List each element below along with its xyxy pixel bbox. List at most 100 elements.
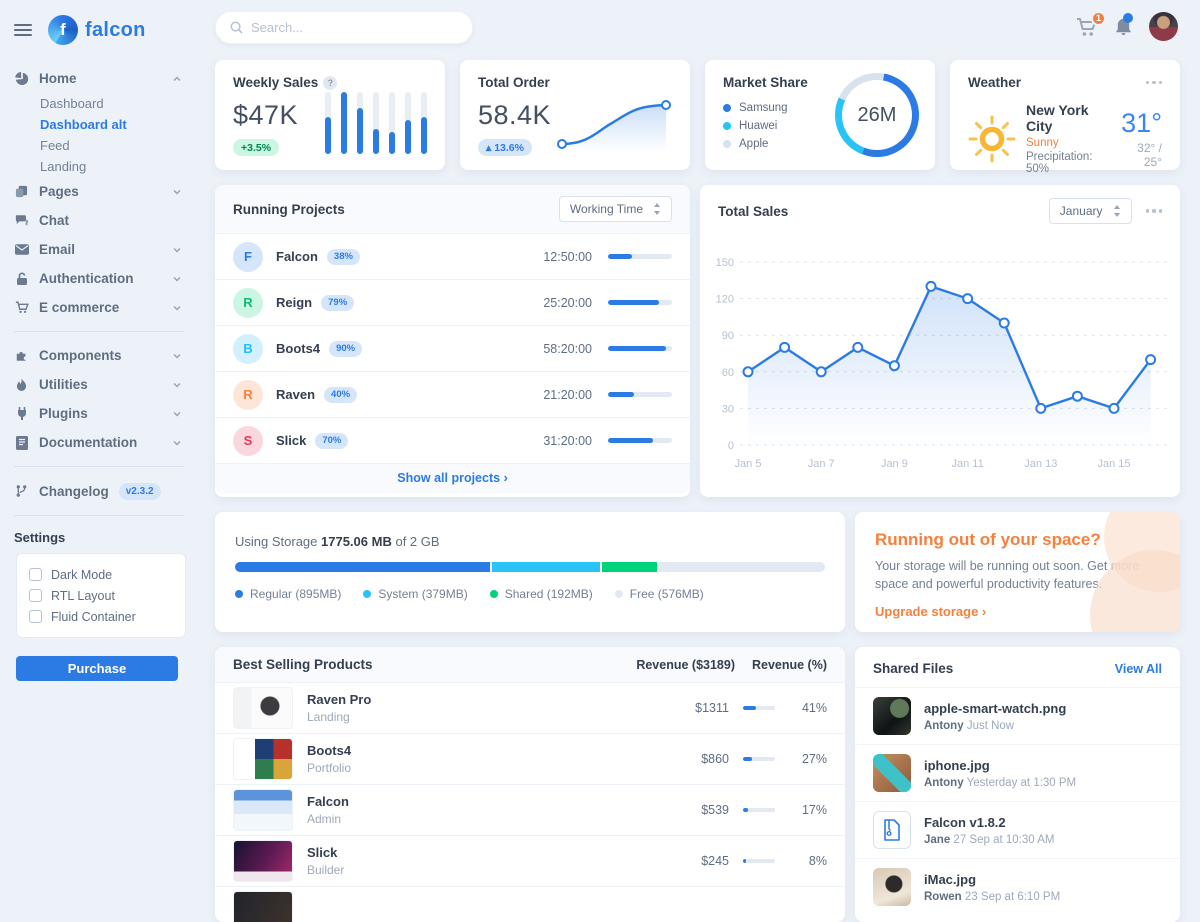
checkbox-icon[interactable]: [29, 568, 42, 581]
help-icon[interactable]: ?: [323, 76, 337, 90]
chevron-down-icon: [172, 380, 182, 390]
legend-label: Free (576MB): [630, 587, 704, 601]
nav-label: Pages: [39, 184, 79, 199]
product-name[interactable]: Slick: [307, 845, 344, 860]
sidebar-item-authentication[interactable]: Authentication: [14, 264, 200, 293]
product-category: Landing: [307, 710, 371, 724]
sidebar-item-documentation[interactable]: Documentation: [14, 428, 200, 457]
weather-city: New York City: [1026, 102, 1110, 134]
file-name[interactable]: apple-smart-watch.png: [924, 701, 1066, 716]
chevron-down-icon: [172, 438, 182, 448]
product-pct: 27%: [787, 752, 827, 766]
view-all-link[interactable]: View All: [1115, 662, 1162, 676]
upgrade-storage-link[interactable]: Upgrade storage ›: [875, 604, 986, 619]
weather-temp: 31°: [1120, 108, 1162, 139]
project-progress-badge: 40%: [324, 387, 357, 403]
svg-text:120: 120: [716, 294, 734, 306]
svg-text:30: 30: [722, 403, 734, 415]
donut-center-value: 26M: [858, 104, 897, 127]
file-row: Falcon v1.8.2 Jane 27 Sep at 10:30 AM: [855, 801, 1180, 858]
search-bar[interactable]: [215, 11, 473, 44]
product-pct: 17%: [787, 803, 827, 817]
upgrade-space-card: Running out of your space? Your storage …: [855, 512, 1180, 632]
project-name[interactable]: Slick: [276, 433, 306, 448]
rtl-layout-toggle[interactable]: RTL Layout: [29, 585, 173, 606]
project-name[interactable]: Reign: [276, 295, 312, 310]
product-row: [215, 887, 845, 922]
sidebar-item-utilities[interactable]: Utilities: [14, 370, 200, 399]
sidebar-item-feed[interactable]: Feed: [14, 135, 200, 156]
file-thumbnail: [873, 754, 911, 792]
sidebar-item-dashboard[interactable]: Dashboard: [14, 93, 200, 114]
project-time: 31:20:00: [543, 434, 592, 448]
file-name[interactable]: iMac.jpg: [924, 872, 1060, 887]
sidebar-item-changelog[interactable]: Changelog v2.3.2: [14, 476, 200, 506]
sidebar-item-email[interactable]: Email: [14, 235, 200, 264]
weather-condition: Sunny: [1026, 137, 1110, 149]
working-time-select[interactable]: Working Time: [559, 196, 672, 222]
envelope-icon: [14, 242, 29, 257]
file-name[interactable]: Falcon v1.8.2: [924, 815, 1054, 830]
product-thumbnail: [233, 687, 293, 729]
project-name[interactable]: Raven: [276, 387, 315, 402]
sidebar-item-chat[interactable]: Chat: [14, 206, 200, 235]
fluid-container-toggle[interactable]: Fluid Container: [29, 606, 173, 627]
sidebar-item-landing[interactable]: Landing: [14, 156, 200, 177]
checkbox-icon[interactable]: [29, 610, 42, 623]
legend-dot: [723, 104, 731, 112]
purchase-button[interactable]: Purchase: [16, 656, 178, 681]
product-price: $245: [669, 854, 729, 868]
sidebar-item-plugins[interactable]: Plugins: [14, 399, 200, 428]
weekly-sales-card: Weekly Sales? $47K +3.5%: [215, 60, 445, 170]
project-avatar: B: [233, 334, 263, 364]
sidebar-item-dashboard-alt[interactable]: Dashboard alt: [14, 114, 200, 135]
project-name[interactable]: Boots4: [276, 341, 320, 356]
chevron-down-icon: [172, 351, 182, 361]
search-input[interactable]: [251, 20, 458, 35]
app-logo[interactable]: f falcon: [48, 15, 146, 45]
sidebar-divider: [14, 331, 184, 332]
project-name[interactable]: Falcon: [276, 249, 318, 264]
legend-dot: [490, 590, 498, 598]
project-row: R Raven 40% 21:20:00: [215, 372, 690, 418]
user-avatar[interactable]: [1149, 12, 1178, 41]
sidebar-item-ecommerce[interactable]: E commerce: [14, 293, 200, 322]
product-name[interactable]: Falcon: [307, 794, 349, 809]
legend-label: Regular (895MB): [250, 587, 341, 601]
project-progress-badge: 90%: [329, 341, 362, 357]
product-price: $539: [669, 803, 729, 817]
notifications-button[interactable]: [1114, 17, 1133, 37]
more-options-icon[interactable]: [1146, 209, 1163, 213]
select-value: Working Time: [570, 202, 643, 216]
file-time: Yesterday at 1:30 PM: [967, 777, 1077, 789]
card-title: Total Sales: [718, 204, 788, 219]
card-title: Best Selling Products: [233, 657, 585, 672]
sidebar: f falcon Home Dashboard Dashboard alt Fe…: [0, 0, 200, 900]
month-select[interactable]: January: [1049, 198, 1132, 224]
product-pct: 41%: [787, 701, 827, 715]
revenue-pct-column-header: Revenue (%): [735, 658, 827, 672]
project-progress-bar: [608, 300, 672, 305]
product-name[interactable]: Boots4: [307, 743, 351, 758]
file-name[interactable]: iphone.jpg: [924, 758, 1076, 773]
checkbox-icon[interactable]: [29, 589, 42, 602]
chevron-down-icon: [172, 409, 182, 419]
sidebar-item-components[interactable]: Components: [14, 341, 200, 370]
hamburger-menu-icon[interactable]: [14, 21, 32, 39]
cart-button[interactable]: 1: [1076, 17, 1098, 37]
dark-mode-toggle[interactable]: Dark Mode: [29, 564, 173, 585]
sidebar-item-home[interactable]: Home: [14, 64, 200, 93]
show-all-projects-link[interactable]: Show all projects ›: [215, 464, 690, 493]
product-thumbnail: [233, 840, 293, 882]
weather-precipitation: Precipitation: 50%: [1026, 151, 1110, 175]
falcon-logo-icon: f: [48, 15, 78, 45]
plug-icon: [14, 406, 29, 421]
svg-text:Jan 13: Jan 13: [1024, 458, 1057, 470]
more-options-icon[interactable]: [1146, 81, 1163, 85]
product-name[interactable]: Raven Pro: [307, 692, 371, 707]
file-time: 23 Sep at 6:10 PM: [965, 891, 1060, 903]
project-time: 58:20:00: [543, 342, 592, 356]
sidebar-item-pages[interactable]: Pages: [14, 177, 200, 206]
project-progress-badge: 38%: [327, 249, 360, 265]
weather-range: 32° / 25°: [1120, 141, 1162, 169]
